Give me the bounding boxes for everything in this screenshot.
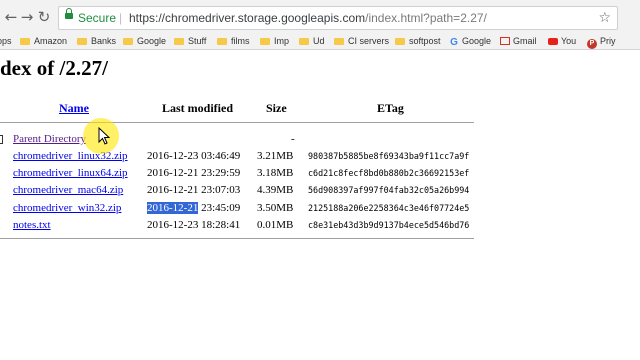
secure-label: Secure <box>78 11 117 25</box>
bookmark-label: ops <box>0 36 12 46</box>
gmail-icon <box>500 37 510 45</box>
url-text[interactable]: https://chromedriver.storage.googleapis.… <box>129 11 487 25</box>
file-size: - <box>291 133 295 145</box>
modified-time: 23:45:09 <box>198 202 241 214</box>
mouse-pointer-icon <box>98 127 110 145</box>
bookmark-label: Priy <box>600 36 616 46</box>
table-row: chromedriver_win32.zip 2016-12-21 23:45:… <box>0 202 640 219</box>
folder-icon <box>217 38 227 45</box>
bookmark-google[interactable]: G Google <box>449 35 491 48</box>
file-link[interactable]: notes.txt <box>13 219 51 231</box>
bookmark-films[interactable]: films <box>217 35 250 48</box>
file-modified: 2016-12-21 23:29:59 <box>147 167 241 179</box>
pinterest-icon: P <box>587 39 597 49</box>
bookmark-label: Amazon <box>34 36 68 46</box>
file-modified: 2016-12-21 23:07:03 <box>147 184 241 196</box>
bookmark-star-icon[interactable]: ☆ <box>598 10 611 26</box>
table-row: chromedriver_mac64.zip 2016-12-21 23:07:… <box>0 184 640 201</box>
file-link[interactable]: chromedriver_win32.zip <box>13 202 121 214</box>
bookmark-label: softpost <box>409 36 441 46</box>
selected-text: 2016-12-21 <box>147 202 199 214</box>
folder-icon <box>299 38 309 45</box>
bookmark-gmail[interactable]: Gmail <box>500 35 537 48</box>
folder-icon <box>174 38 184 45</box>
url-path: /index.html?path=2.27/ <box>365 11 487 25</box>
bookmark-youtube[interactable]: You <box>548 35 576 48</box>
folder-icon <box>395 38 405 45</box>
youtube-icon <box>548 38 558 45</box>
name-sort-link[interactable]: Name <box>59 101 89 115</box>
bookmark-banks[interactable]: Banks <box>77 35 116 48</box>
lock-icon <box>65 8 73 19</box>
column-header-last-modified: Last modified <box>162 101 234 115</box>
bookmark-imp[interactable]: Imp <box>260 35 289 48</box>
file-link[interactable]: chromedriver_linux32.zip <box>13 150 128 162</box>
file-size: 3.21MB <box>257 150 294 162</box>
file-size: 3.50MB <box>257 202 294 214</box>
file-link[interactable]: chromedriver_linux64.zip <box>13 167 128 179</box>
bookmark-label: Gmail <box>513 36 537 46</box>
file-etag: 980387b5885be8f69343ba9f11cc7a9f <box>308 151 470 161</box>
bookmark-ud[interactable]: Ud <box>299 35 325 48</box>
bookmarks-bar: ops Amazon Banks Google Stuff films Imp … <box>0 34 640 50</box>
folder-icon <box>20 38 30 45</box>
footer-divider <box>0 238 474 239</box>
browser-toolbar: ← → ↻ Secure | https://chromedriver.stor… <box>0 0 640 34</box>
reload-icon[interactable]: ↻ <box>35 8 53 26</box>
file-modified: 2016-12-23 03:46:49 <box>147 150 241 162</box>
bookmark-softpost[interactable]: softpost <box>395 35 441 48</box>
parent-directory-icon <box>0 135 3 144</box>
file-etag: c6d21c8fecf8bd0b880b2c36692153ef <box>308 168 470 178</box>
bookmark-label: You <box>561 36 577 46</box>
forward-arrow-icon[interactable]: → <box>18 8 36 26</box>
bookmark-label: Ud <box>313 36 325 46</box>
folder-icon <box>123 38 133 45</box>
file-modified: 2016-12-21 23:45:09 <box>147 202 240 214</box>
file-etag: 56d908397af997f04fab32c05a26b994 <box>308 185 470 195</box>
file-link[interactable]: chromedriver_mac64.zip <box>13 184 123 196</box>
column-header-size: Size <box>266 101 287 115</box>
table-row: notes.txt 2016-12-23 18:28:41 0.01MB c8e… <box>0 219 640 236</box>
google-icon: G <box>450 37 458 48</box>
bookmark-label: Stuff <box>188 36 207 46</box>
bookmark-label: Google <box>137 36 167 46</box>
address-bar[interactable]: Secure | https://chromedriver.storage.go… <box>58 6 618 30</box>
bookmark-label: Imp <box>274 36 290 46</box>
bookmark-label: Banks <box>91 36 117 46</box>
bookmark-priy[interactable]: P Priy <box>587 35 616 49</box>
column-header-etag: ETag <box>377 101 404 115</box>
url-host: https://chromedriver.storage.googleapis.… <box>129 11 366 25</box>
bookmark-apps[interactable]: ops <box>0 35 12 48</box>
bookmark-label: films <box>231 36 250 46</box>
file-etag: 2125188a206e2258364c3e46f07724e5 <box>308 203 470 213</box>
folder-icon <box>77 38 87 45</box>
folder-icon <box>334 38 344 45</box>
bookmark-amazon[interactable]: Amazon <box>20 35 67 48</box>
file-size: 4.39MB <box>257 184 294 196</box>
file-modified: 2016-12-23 18:28:41 <box>147 219 241 231</box>
separator: | <box>119 11 123 25</box>
header-divider <box>0 122 474 123</box>
folder-icon <box>260 38 270 45</box>
page-title: dex of /2.27/ <box>0 56 108 80</box>
file-etag: c8e31eb43d3b9d9137b4ece5d546bd76 <box>308 220 470 230</box>
directory-listing-page: dex of /2.27/ Name Last modified Size ET… <box>0 50 640 360</box>
parent-directory-link[interactable]: Parent Directory <box>13 133 86 145</box>
bookmark-label: Google <box>462 36 492 46</box>
table-row: chromedriver_linux64.zip 2016-12-21 23:2… <box>0 167 640 184</box>
bookmark-ci-servers[interactable]: CI servers <box>334 35 389 48</box>
file-size: 3.18MB <box>257 167 294 179</box>
bookmark-label: CI servers <box>348 36 390 46</box>
column-header-name[interactable]: Name <box>59 101 89 116</box>
bookmark-google-folder[interactable]: Google <box>123 35 166 48</box>
file-size: 0.01MB <box>257 219 294 231</box>
bookmark-stuff[interactable]: Stuff <box>174 35 206 48</box>
